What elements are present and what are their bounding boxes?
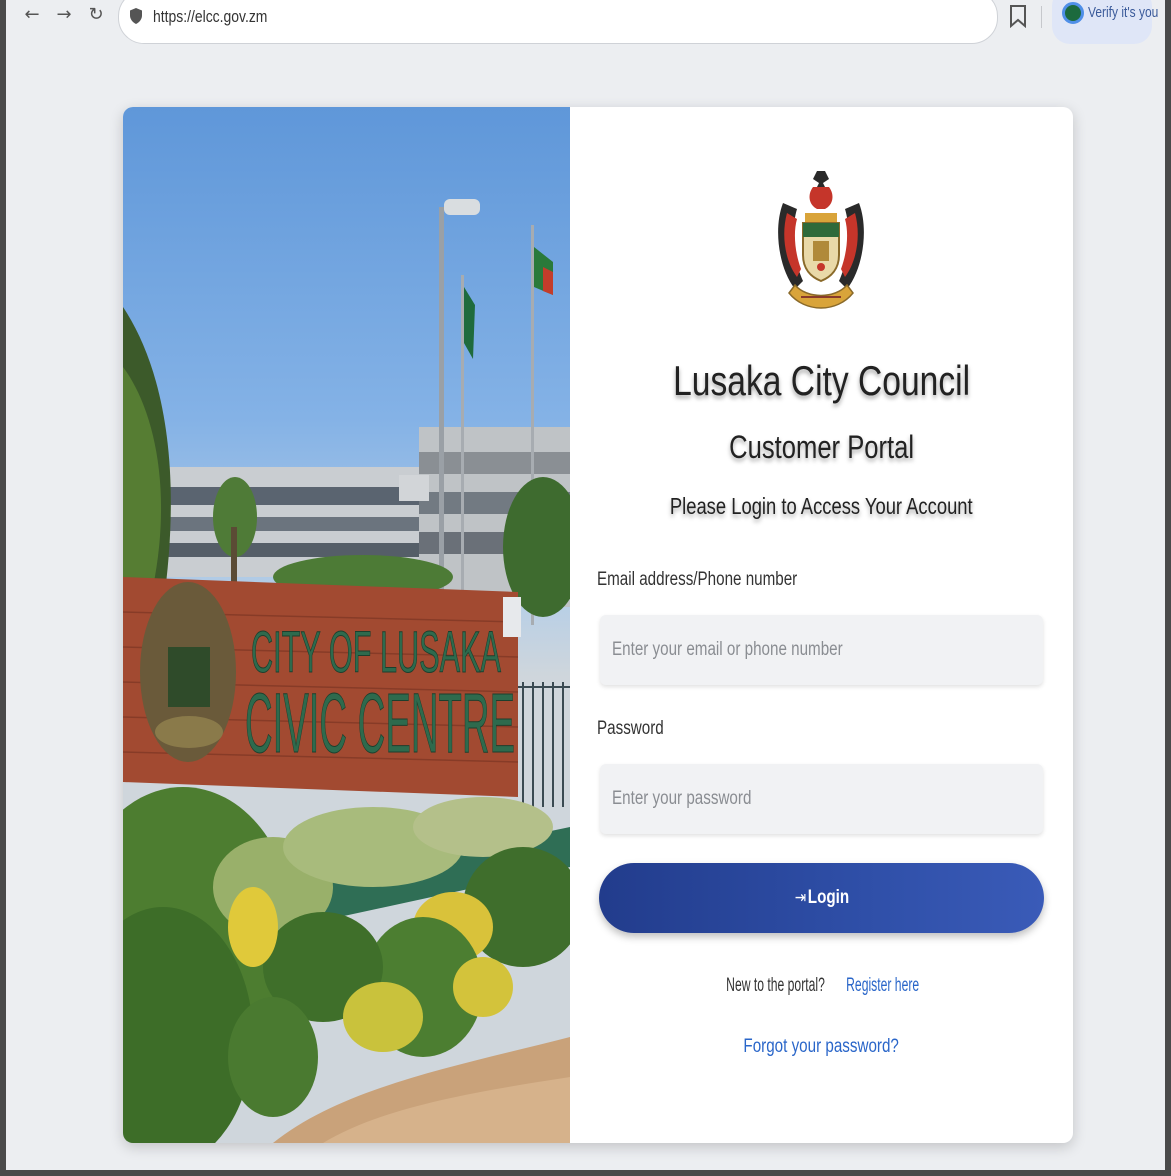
bookmark-icon[interactable] bbox=[1009, 4, 1027, 28]
forgot-row: Forgot your password? bbox=[570, 1036, 1073, 1058]
login-icon: ⇥ bbox=[794, 888, 806, 908]
url-text: https://elcc.gov.zm bbox=[153, 7, 268, 26]
profile-button[interactable]: Verify it's you bbox=[1052, 0, 1158, 44]
site-info-icon[interactable] bbox=[129, 7, 143, 25]
avatar bbox=[1062, 2, 1084, 24]
sign-line-2: CIVIC CENTRE bbox=[245, 676, 515, 770]
back-icon[interactable]: ← bbox=[20, 4, 44, 30]
password-placeholder: Enter your password bbox=[612, 788, 752, 809]
password-label: Password bbox=[597, 718, 664, 739]
council-crest-logo bbox=[778, 171, 864, 309]
org-name-heading: Lusaka City Council bbox=[673, 357, 970, 404]
login-button-label: Login bbox=[807, 887, 849, 908]
email-field[interactable]: Enter your email or phone number bbox=[600, 615, 1043, 685]
address-bar[interactable]: https://elcc.gov.zm bbox=[118, 0, 998, 44]
browser-toolbar: ← → ↻ https://elcc.gov.zm Verify it's yo… bbox=[6, 0, 1165, 48]
email-label: Email address/Phone number bbox=[597, 569, 798, 590]
forgot-password-link[interactable]: Forgot your password? bbox=[744, 1036, 899, 1058]
password-field[interactable]: Enter your password bbox=[600, 764, 1043, 834]
browser-window: ← → ↻ https://elcc.gov.zm Verify it's yo… bbox=[0, 0, 1171, 1176]
portal-name-heading: Customer Portal bbox=[729, 429, 914, 465]
register-row: New to the portal? Register here bbox=[570, 975, 1073, 997]
email-placeholder: Enter your email or phone number bbox=[612, 639, 843, 660]
login-form-panel: Lusaka City Council Customer Portal Plea… bbox=[570, 107, 1073, 1143]
login-card: CITY OF LUSAKA CIVIC CENTRE Lusaka City … bbox=[123, 107, 1073, 1143]
forward-icon[interactable]: → bbox=[52, 4, 76, 30]
profile-label: Verify it's you bbox=[1088, 4, 1159, 21]
reload-icon[interactable]: ↻ bbox=[84, 4, 108, 30]
register-prompt: New to the portal? bbox=[726, 975, 826, 996]
register-link[interactable]: Register here bbox=[847, 975, 920, 997]
login-instruction: Please Login to Access Your Account bbox=[670, 493, 973, 519]
civic-centre-photo: CITY OF LUSAKA CIVIC CENTRE bbox=[123, 107, 570, 1143]
login-button[interactable]: ⇥Login bbox=[599, 863, 1044, 933]
toolbar-separator bbox=[1041, 6, 1042, 28]
